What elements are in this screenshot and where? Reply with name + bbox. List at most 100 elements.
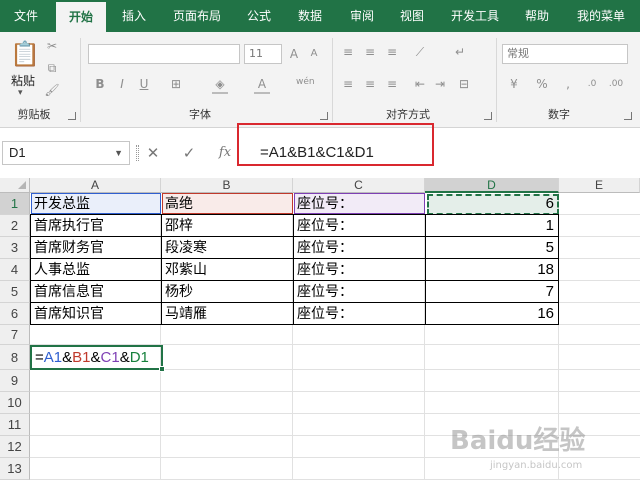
tab-page-layout[interactable]: 页面布局 — [162, 0, 232, 32]
cell-d3[interactable]: 5 — [426, 237, 557, 259]
row-header-5[interactable]: 5 — [0, 281, 30, 303]
align-bottom-icon[interactable]: ≡ — [384, 44, 400, 60]
row-header-9[interactable]: 9 — [0, 370, 30, 392]
cancel-icon[interactable]: ✕ — [144, 141, 162, 165]
orientation-icon[interactable]: ⟋ — [412, 44, 428, 60]
cell-b1[interactable]: 高绝 — [162, 193, 292, 215]
row-header-11[interactable]: 11 — [0, 414, 30, 436]
cell-b4[interactable]: 邓紫山 — [162, 259, 292, 281]
insert-function-icon[interactable]: fx — [214, 141, 236, 165]
alignment-launcher-icon[interactable] — [484, 112, 492, 120]
font-color-icon[interactable]: A — [254, 76, 270, 92]
paste-dropdown-icon[interactable]: ▾ — [18, 88, 23, 98]
tab-help[interactable]: 帮助 — [514, 0, 560, 32]
shrink-font-icon[interactable]: A — [306, 46, 322, 62]
tab-developer[interactable]: 开发工具 — [440, 0, 510, 32]
tab-my-menu[interactable]: 我的菜单 — [566, 0, 636, 32]
align-center-icon[interactable]: ≡ — [362, 76, 378, 92]
fill-handle[interactable] — [159, 366, 165, 372]
format-painter-icon[interactable]: 🖌 — [44, 82, 60, 98]
cell-d1[interactable]: 6 — [426, 193, 557, 215]
row-header-13[interactable]: 13 — [0, 458, 30, 480]
align-middle-icon[interactable]: ≡ — [362, 44, 378, 60]
cell-d2[interactable]: 1 — [426, 215, 557, 237]
align-top-icon[interactable]: ≡ — [340, 44, 356, 60]
decrease-decimal-icon[interactable]: .00 — [608, 76, 624, 92]
row-header-2[interactable]: 2 — [0, 215, 30, 237]
cell-c6[interactable]: 座位号： — [294, 303, 424, 325]
chevron-down-icon[interactable]: ▼ — [114, 142, 123, 164]
number-format-box[interactable]: 常规 — [502, 44, 628, 64]
grow-font-icon[interactable]: A — [286, 46, 302, 62]
row-header-8[interactable]: 8 — [0, 345, 30, 370]
tab-insert[interactable]: 插入 — [110, 0, 158, 32]
tab-file[interactable]: 文件 — [0, 0, 52, 32]
tab-data[interactable]: 数据 — [286, 0, 334, 32]
currency-icon[interactable]: ¥ — [506, 76, 522, 92]
row-header-4[interactable]: 4 — [0, 259, 30, 281]
increase-indent-icon[interactable]: ⇥ — [432, 76, 448, 92]
column-header-e[interactable]: E — [559, 178, 640, 193]
row-header-3[interactable]: 3 — [0, 237, 30, 259]
name-box[interactable]: D1 ▼ — [2, 141, 130, 165]
comma-style-icon[interactable]: , — [560, 76, 576, 92]
cell-b6[interactable]: 马靖雁 — [162, 303, 292, 325]
tab-view[interactable]: 视图 — [388, 0, 436, 32]
tab-review[interactable]: 审阅 — [338, 0, 386, 32]
cell-a4[interactable]: 人事总监 — [31, 259, 160, 281]
column-header-b[interactable]: B — [161, 178, 293, 193]
clipboard-launcher-icon[interactable] — [68, 112, 76, 120]
clipboard-icon[interactable]: 📋 — [10, 40, 40, 68]
cell-a6[interactable]: 首席知识官 — [31, 303, 160, 325]
font-launcher-icon[interactable] — [320, 112, 328, 120]
copy-icon[interactable]: ⧉ — [44, 60, 60, 76]
fill-color-icon[interactable]: ◈ — [212, 76, 228, 92]
cell-c1[interactable]: 座位号： — [294, 193, 424, 215]
cell-a1[interactable]: 开发总监 — [31, 193, 160, 215]
align-right-icon[interactable]: ≡ — [384, 76, 400, 92]
font-size-box[interactable]: 11 — [244, 44, 282, 64]
merge-center-icon[interactable]: ⊟ — [456, 76, 472, 92]
cell-a2[interactable]: 首席执行官 — [31, 215, 160, 237]
row-header-12[interactable]: 12 — [0, 436, 30, 458]
align-left-icon[interactable]: ≡ — [340, 76, 356, 92]
enter-icon[interactable]: ✓ — [180, 141, 198, 165]
cell-a3[interactable]: 首席财务官 — [31, 237, 160, 259]
cell-d4[interactable]: 18 — [426, 259, 557, 281]
border-icon[interactable]: ⊞ — [168, 76, 184, 92]
font-name-box[interactable] — [88, 44, 240, 64]
tab-formulas[interactable]: 公式 — [236, 0, 282, 32]
wrap-text-icon[interactable]: ↵ — [452, 44, 468, 60]
cell-b3[interactable]: 段凌寒 — [162, 237, 292, 259]
paste-button[interactable]: 粘贴 — [6, 72, 40, 89]
number-launcher-icon[interactable] — [624, 112, 632, 120]
italic-icon[interactable]: I — [114, 76, 130, 92]
column-header-c[interactable]: C — [293, 178, 425, 193]
select-all-button[interactable] — [0, 178, 30, 193]
cell-c3[interactable]: 座位号： — [294, 237, 424, 259]
row-header-1[interactable]: 1 — [0, 193, 30, 215]
formula-input[interactable]: =A1&B1&C1&D1 — [244, 139, 640, 167]
row-header-6[interactable]: 6 — [0, 303, 30, 325]
splitter-handle[interactable] — [136, 145, 139, 161]
phonetic-icon[interactable]: wén — [296, 74, 315, 90]
column-header-a[interactable]: A — [30, 178, 161, 193]
cut-icon[interactable]: ✂ — [44, 38, 60, 54]
column-header-d[interactable]: D — [425, 178, 559, 193]
cell-b2[interactable]: 邵梓 — [162, 215, 292, 237]
cell-b5[interactable]: 杨秒 — [162, 281, 292, 303]
cell-a5[interactable]: 首席信息官 — [31, 281, 160, 303]
cell-c2[interactable]: 座位号： — [294, 215, 424, 237]
percent-icon[interactable]: % — [534, 76, 550, 92]
decrease-indent-icon[interactable]: ⇤ — [412, 76, 428, 92]
cell-c5[interactable]: 座位号： — [294, 281, 424, 303]
underline-icon[interactable]: U — [136, 76, 152, 92]
increase-decimal-icon[interactable]: .0 — [584, 76, 600, 92]
bold-icon[interactable]: B — [92, 76, 108, 92]
tab-home[interactable]: 开始 — [56, 2, 106, 32]
row-header-10[interactable]: 10 — [0, 392, 30, 414]
cell-c4[interactable]: 座位号： — [294, 259, 424, 281]
cell-d6[interactable]: 16 — [426, 303, 557, 325]
cell-d5[interactable]: 7 — [426, 281, 557, 303]
row-header-7[interactable]: 7 — [0, 325, 30, 345]
